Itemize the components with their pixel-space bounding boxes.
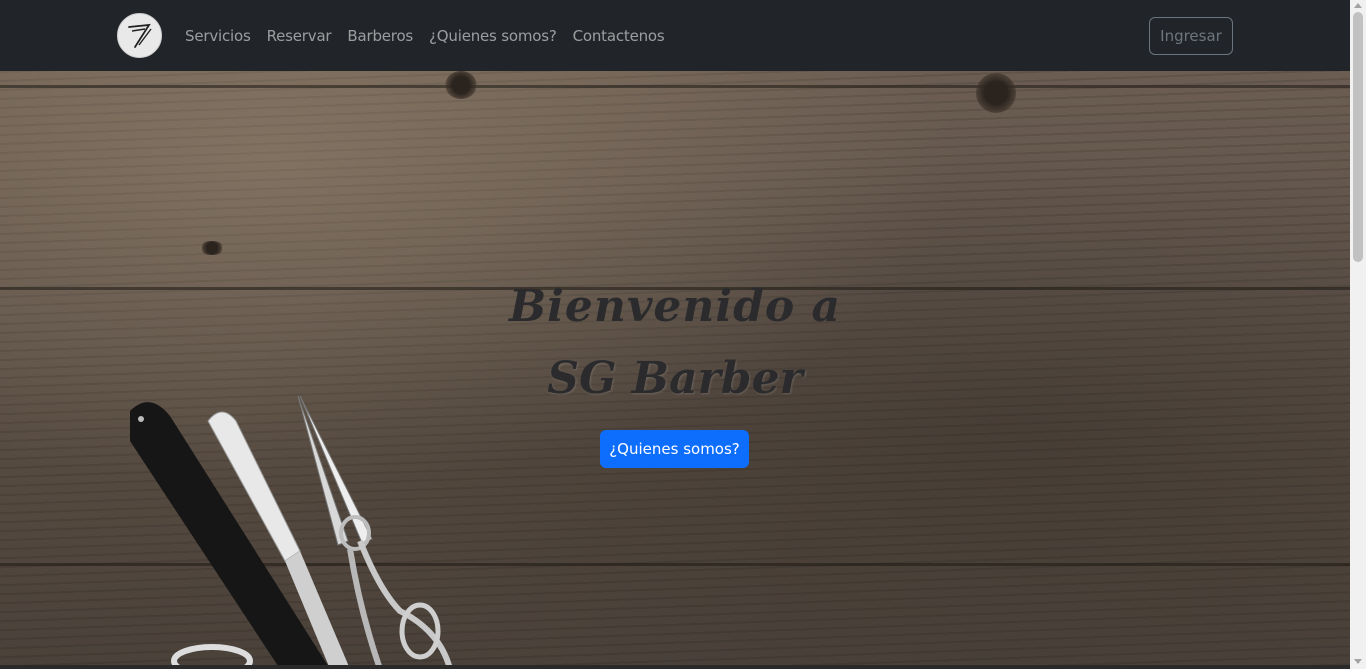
wood-knot <box>976 73 1016 113</box>
hero-title-line2: SG Barber <box>547 353 803 404</box>
top-navbar: Servicios Reservar Barberos ¿Quienes som… <box>0 0 1350 71</box>
razor-logo-icon <box>127 23 152 48</box>
hero-title-line1: Bienvenido a <box>508 281 842 332</box>
page-scrollbar[interactable] <box>1350 0 1366 669</box>
nav-link-contactenos[interactable]: Contactenos <box>565 27 673 45</box>
scrollbar-thumb[interactable] <box>1353 12 1363 262</box>
brand-logo[interactable] <box>117 13 162 58</box>
nav-link-barberos[interactable]: Barberos <box>339 27 421 45</box>
bottom-border <box>0 665 1350 669</box>
nav-link-quienes-somos[interactable]: ¿Quienes somos? <box>421 27 565 45</box>
hero-section: Bienvenido a SG Barber ¿Quienes somos? <box>0 71 1350 669</box>
nav-link-reservar[interactable]: Reservar <box>259 27 340 45</box>
nav-links: Servicios Reservar Barberos ¿Quienes som… <box>177 0 673 71</box>
nav-link-servicios[interactable]: Servicios <box>177 27 259 45</box>
quienes-somos-button[interactable]: ¿Quienes somos? <box>600 430 749 468</box>
scroll-up-icon[interactable] <box>1354 3 1362 8</box>
scroll-down-icon[interactable] <box>1354 659 1362 664</box>
login-button[interactable]: Ingresar <box>1149 17 1233 55</box>
